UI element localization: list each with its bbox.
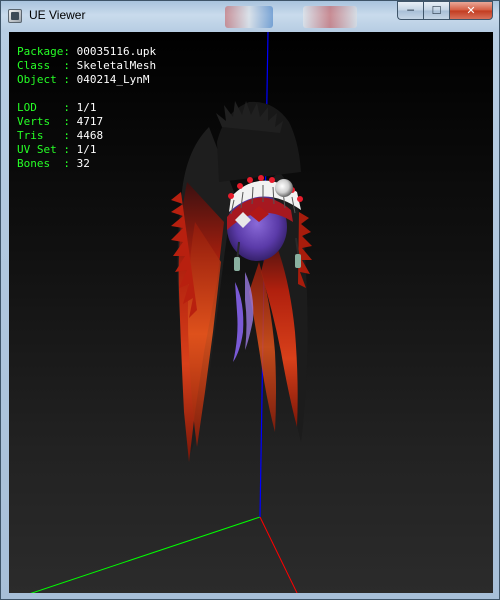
- maximize-button[interactable]: ☐: [423, 1, 449, 20]
- info-row-package: Package: 00035116.upk: [17, 45, 156, 59]
- close-button[interactable]: ✕: [449, 1, 493, 20]
- info-value: 4717: [76, 115, 104, 128]
- info-row-class: Class : SkeletalMesh: [17, 59, 156, 73]
- window-title: UE Viewer: [29, 8, 86, 22]
- info-label: LOD: [17, 101, 64, 114]
- info-value: 00035116.upk: [76, 45, 157, 58]
- info-row-uvset: UV Set : 1/1: [17, 143, 156, 157]
- window-controls: ─ ☐ ✕: [397, 1, 493, 21]
- info-separator: :: [63, 143, 77, 156]
- info-value: 1/1: [76, 143, 97, 156]
- info-label: Package: [17, 45, 64, 58]
- info-separator: :: [63, 157, 77, 170]
- info-value: SkeletalMesh: [76, 59, 157, 72]
- info-row-lod: LOD : 1/1: [17, 101, 156, 115]
- info-value: 1/1: [76, 101, 97, 114]
- title-bar[interactable]: UE Viewer ─ ☐ ✕: [1, 1, 499, 31]
- info-separator: :: [63, 45, 77, 58]
- mesh-info-panel: Package: 00035116.upk Class : SkeletalMe…: [17, 45, 156, 171]
- info-value: 040214_LynM: [76, 73, 150, 86]
- info-label: Tris: [17, 129, 64, 142]
- y-axis-line: [30, 516, 261, 593]
- info-label: Object: [17, 73, 64, 86]
- info-label: Verts: [17, 115, 64, 128]
- info-row-verts: Verts : 4717: [17, 115, 156, 129]
- info-value: 4468: [76, 129, 104, 142]
- info-value: 32: [76, 157, 90, 170]
- info-row-tris: Tris : 4468: [17, 129, 156, 143]
- info-separator: :: [63, 101, 77, 114]
- info-separator: :: [63, 73, 77, 86]
- info-row-bones: Bones : 32: [17, 157, 156, 171]
- info-separator: :: [63, 59, 77, 72]
- headdress-mesh: [171, 101, 312, 462]
- app-window: UE Viewer ─ ☐ ✕ Package: 00035116.upk C…: [0, 0, 500, 600]
- info-separator: :: [63, 115, 77, 128]
- minimize-button[interactable]: ─: [397, 1, 423, 20]
- x-axis-line: [259, 516, 298, 593]
- info-label: UV Set: [17, 143, 64, 156]
- background-icon: [303, 6, 357, 28]
- info-row-object: Object : 040214_LynM: [17, 73, 156, 87]
- info-label: Bones: [17, 157, 64, 170]
- app-icon: [8, 9, 22, 23]
- info-label: Class: [17, 59, 64, 72]
- background-icon: [225, 6, 273, 28]
- info-separator: :: [63, 129, 77, 142]
- 3d-viewport[interactable]: Package: 00035116.upk Class : SkeletalMe…: [9, 32, 493, 593]
